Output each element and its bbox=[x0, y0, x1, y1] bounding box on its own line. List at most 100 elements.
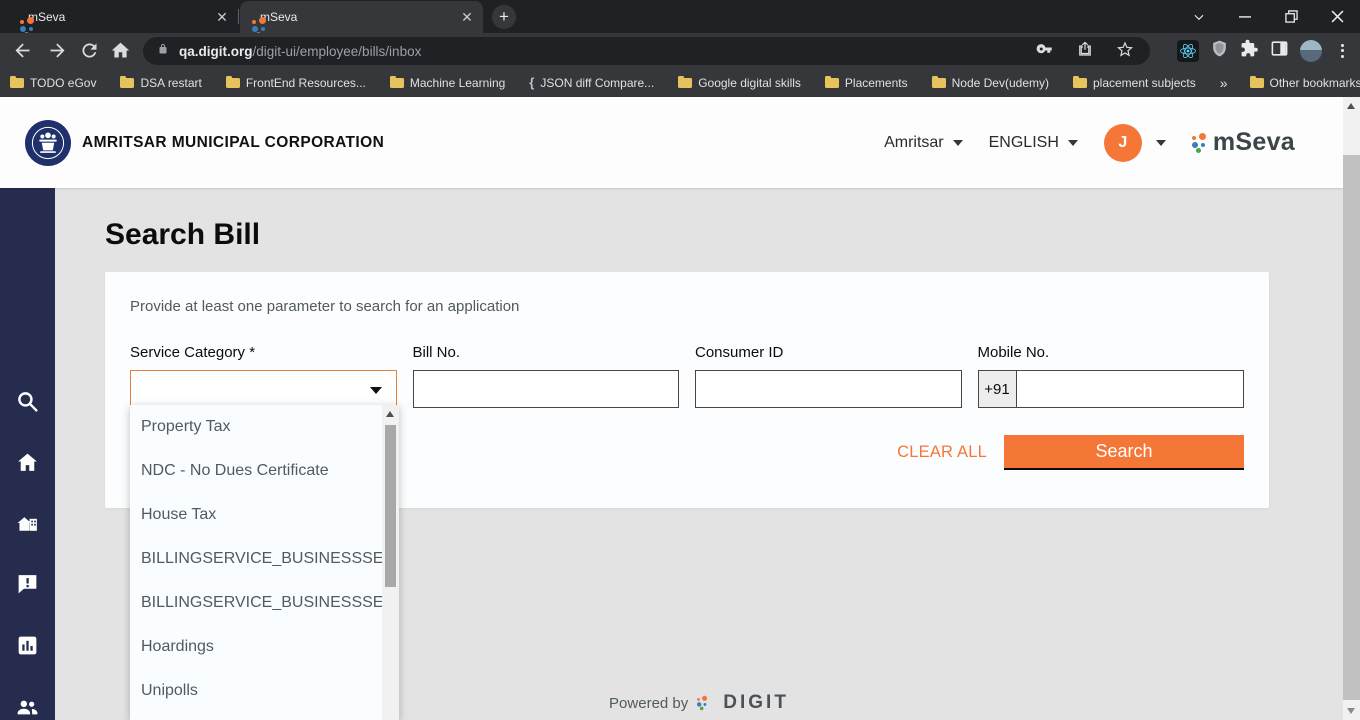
bookmarks-overflow-chevron[interactable]: » bbox=[1220, 75, 1228, 91]
municipal-emblem-logo bbox=[25, 120, 71, 166]
folder-icon bbox=[120, 75, 135, 88]
chevron-down-icon bbox=[1067, 139, 1078, 146]
folder-icon bbox=[10, 75, 24, 88]
dropdown-option[interactable]: BILLINGSERVICE_BUSINESSSE bbox=[130, 581, 382, 625]
folder-icon bbox=[225, 75, 240, 88]
forward-button[interactable] bbox=[47, 40, 68, 61]
digit-brand-text: DIGIT bbox=[723, 692, 789, 713]
search-button[interactable]: Search bbox=[1004, 435, 1244, 470]
bookmark-item[interactable]: placement subjects bbox=[1072, 75, 1196, 90]
field-label: Mobile No. bbox=[977, 344, 1050, 361]
react-devtools-icon[interactable] bbox=[1177, 39, 1199, 62]
city-selector[interactable]: Amritsar bbox=[884, 134, 963, 152]
search-icon[interactable] bbox=[15, 389, 40, 414]
restore-button[interactable] bbox=[1268, 0, 1314, 33]
search-hint-text: Provide at least one parameter to search… bbox=[130, 298, 520, 315]
citizens-icon[interactable] bbox=[15, 694, 40, 719]
dropdown-option[interactable]: Unipolls bbox=[130, 669, 382, 713]
bookmark-item[interactable]: { JSON diff Compare... bbox=[529, 75, 654, 90]
clear-all-button[interactable]: CLEAR ALL bbox=[897, 443, 987, 462]
user-avatar[interactable]: J bbox=[1103, 123, 1142, 162]
page-scroll-thumb[interactable] bbox=[1343, 155, 1360, 700]
browser-window: mSeva ✕ mSeva ✕ + qa.digit.org/digit-ui/… bbox=[0, 0, 1360, 720]
tab-title: mSeva bbox=[28, 9, 66, 24]
json-brace-icon: { bbox=[529, 75, 535, 90]
field-consumer-id: Consumer ID bbox=[695, 344, 962, 408]
refresh-button[interactable] bbox=[79, 40, 100, 61]
dropdown-option[interactable]: NDC - No Dues Certificate bbox=[130, 449, 382, 493]
password-key-icon[interactable] bbox=[1036, 40, 1054, 63]
bookmark-label: JSON diff Compare... bbox=[540, 75, 655, 90]
tab-close-icon[interactable]: ✕ bbox=[459, 9, 475, 25]
select-caret-icon bbox=[369, 387, 382, 394]
scroll-up-arrow-icon[interactable] bbox=[1347, 103, 1355, 109]
dropdown-option[interactable]: Property Tax bbox=[130, 405, 382, 449]
folder-icon bbox=[1249, 75, 1264, 88]
new-tab-button[interactable]: + bbox=[492, 5, 516, 29]
bookmark-label: FrontEnd Resources... bbox=[245, 75, 366, 90]
field-label: Service Category * bbox=[130, 344, 256, 361]
dropdown-scroll-thumb[interactable] bbox=[385, 425, 396, 587]
minimize-button[interactable] bbox=[1222, 0, 1268, 33]
other-bookmarks-button[interactable]: Other bookmarks bbox=[1249, 75, 1360, 90]
tab-search-chevron-icon[interactable] bbox=[1176, 0, 1222, 33]
scroll-down-arrow-icon[interactable] bbox=[1347, 708, 1355, 714]
bookmark-item[interactable]: TODO eGov bbox=[10, 75, 97, 90]
powered-by-text: Powered by bbox=[609, 694, 689, 712]
back-button[interactable] bbox=[12, 40, 33, 61]
bookmark-label: Node Dev(udemy) bbox=[951, 75, 1049, 90]
bookmark-star-icon[interactable] bbox=[1116, 40, 1134, 63]
field-service-category: Service Category * bbox=[130, 344, 397, 408]
page-scrollbar[interactable] bbox=[1343, 97, 1360, 720]
home-icon[interactable] bbox=[15, 450, 40, 475]
lock-icon bbox=[157, 42, 169, 61]
home-button[interactable] bbox=[110, 40, 131, 61]
bookmark-item[interactable]: Placements bbox=[824, 75, 908, 90]
mobile-no-input[interactable] bbox=[1016, 371, 1243, 407]
bookmark-item[interactable]: Machine Learning bbox=[389, 75, 506, 90]
property-tax-icon[interactable] bbox=[15, 511, 40, 536]
tab-strip: mSeva ✕ mSeva ✕ + bbox=[0, 0, 1360, 37]
field-bill-no: Bill No. bbox=[412, 344, 679, 408]
shield-extension-icon[interactable] bbox=[1210, 39, 1229, 63]
dropdown-option[interactable]: BILLINGSERVICE_BUSINESSSE bbox=[130, 537, 382, 581]
chevron-down-icon bbox=[1155, 139, 1166, 146]
scroll-up-arrow-icon[interactable] bbox=[386, 411, 394, 417]
tab-close-icon[interactable]: ✕ bbox=[214, 9, 230, 25]
language-label: ENGLISH bbox=[988, 133, 1059, 151]
chrome-profile-avatar[interactable] bbox=[1300, 39, 1322, 62]
bookmark-item[interactable]: Google digital skills bbox=[678, 75, 801, 90]
bookmark-item[interactable]: Node Dev(udemy) bbox=[931, 75, 1049, 90]
browser-toolbar: qa.digit.org/digit-ui/employee/bills/inb… bbox=[0, 33, 1360, 68]
service-category-select[interactable] bbox=[130, 370, 397, 408]
close-window-button[interactable] bbox=[1314, 0, 1360, 33]
reports-icon[interactable] bbox=[15, 633, 40, 658]
mobile-prefix: +91 bbox=[978, 371, 1017, 407]
tab-mseva-2-active[interactable]: mSeva ✕ bbox=[240, 1, 483, 37]
bookmark-label: placement subjects bbox=[1092, 75, 1196, 90]
dropdown-option[interactable]: House Tax bbox=[130, 493, 382, 537]
user-menu[interactable]: J bbox=[1103, 123, 1166, 162]
page-title: Search Bill bbox=[105, 218, 261, 251]
extensions-puzzle-icon[interactable] bbox=[1240, 39, 1259, 63]
dropdown-option[interactable]: Hoardings bbox=[130, 625, 382, 669]
bookmark-item[interactable]: FrontEnd Resources... bbox=[225, 75, 366, 90]
complaints-icon[interactable] bbox=[15, 571, 40, 596]
share-icon[interactable] bbox=[1076, 40, 1094, 63]
address-bar[interactable]: qa.digit.org/digit-ui/employee/bills/inb… bbox=[143, 37, 1150, 65]
bookmark-label: Other bookmarks bbox=[1269, 75, 1360, 90]
url-path: /digit-ui/employee/bills/inbox bbox=[252, 43, 422, 59]
mseva-brand-text: mSeva bbox=[1212, 128, 1295, 156]
folder-icon bbox=[824, 75, 839, 88]
tab-mseva-1[interactable]: mSeva ✕ bbox=[8, 0, 238, 37]
side-panel-icon[interactable] bbox=[1270, 39, 1289, 63]
language-selector[interactable]: ENGLISH bbox=[989, 134, 1078, 152]
consumer-id-input[interactable] bbox=[695, 370, 962, 408]
bill-no-input[interactable] bbox=[412, 370, 679, 408]
bookmark-item[interactable]: DSA restart bbox=[120, 75, 202, 90]
bookmark-label: Machine Learning bbox=[409, 75, 506, 90]
extension-area bbox=[1177, 33, 1360, 68]
dropdown-scrollbar[interactable] bbox=[382, 405, 399, 720]
bookmark-label: TODO eGov bbox=[30, 75, 97, 90]
chrome-menu-icon[interactable] bbox=[1333, 43, 1352, 58]
